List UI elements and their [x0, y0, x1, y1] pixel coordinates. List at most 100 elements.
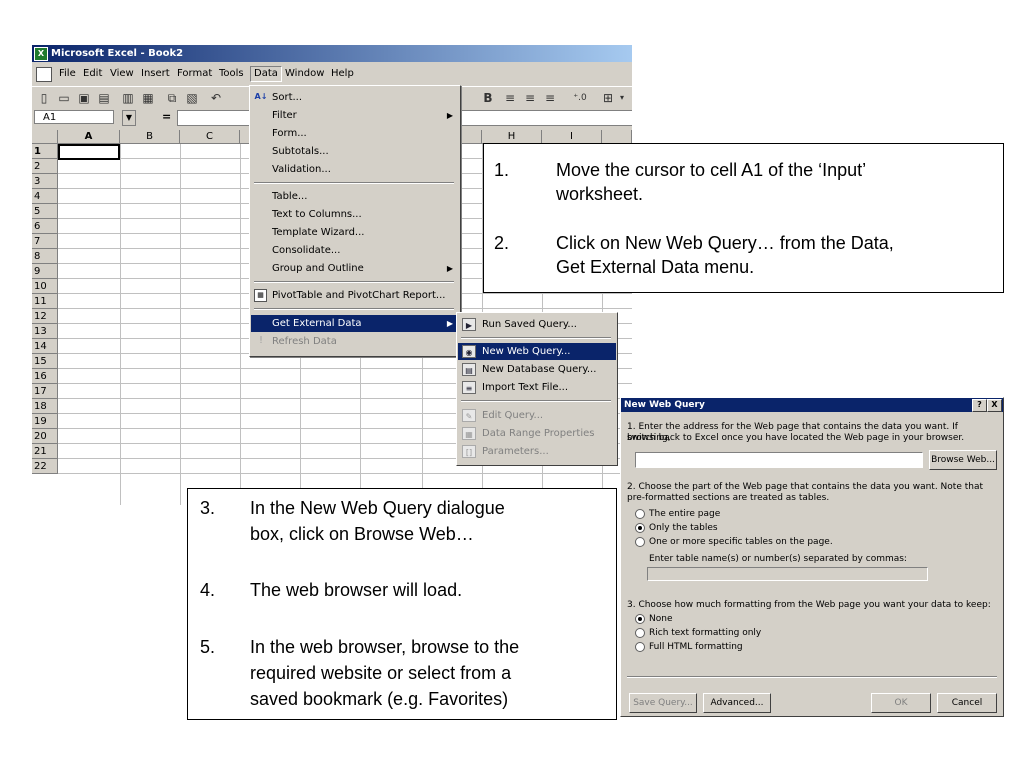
menu-item-template-wizard[interactable]: Template Wizard...: [251, 224, 459, 241]
row-header[interactable]: 19: [32, 414, 58, 429]
row-header[interactable]: 14: [32, 339, 58, 354]
print-icon[interactable]: ▥: [120, 90, 136, 106]
corner-select-all[interactable]: [32, 130, 58, 144]
name-box[interactable]: A1: [34, 110, 114, 124]
menu-file[interactable]: File: [56, 67, 79, 81]
menu-item-filter[interactable]: Filter ▶: [251, 107, 459, 124]
row-header[interactable]: 1: [32, 144, 58, 159]
menu-item-get-external-data[interactable]: Get External Data ▶: [251, 315, 459, 332]
menu-item-table[interactable]: Table...: [251, 188, 459, 205]
row-header[interactable]: 7: [32, 234, 58, 249]
menu-insert[interactable]: Insert: [138, 67, 173, 81]
submenu-run-saved-query[interactable]: ▶ Run Saved Query...: [458, 316, 616, 333]
new-icon[interactable]: ▯: [36, 90, 52, 106]
submenu-new-web-query[interactable]: ◉ New Web Query...: [458, 343, 616, 360]
row-header[interactable]: 11: [32, 294, 58, 309]
row-header[interactable]: 10: [32, 279, 58, 294]
row-header[interactable]: 18: [32, 399, 58, 414]
submenu-new-database-query[interactable]: ▤ New Database Query...: [458, 361, 616, 378]
help-button[interactable]: ?: [972, 399, 987, 412]
align-right-icon[interactable]: ≡: [542, 90, 558, 106]
open-icon[interactable]: ▭: [56, 90, 72, 106]
menu-window[interactable]: Window: [282, 67, 327, 81]
dialog-separator: [627, 676, 997, 678]
menu-item-subtotals[interactable]: Subtotals...: [251, 143, 459, 160]
row-header[interactable]: 8: [32, 249, 58, 264]
row-header[interactable]: 22: [32, 459, 58, 474]
paste-icon[interactable]: ▧: [184, 90, 200, 106]
cancel-button[interactable]: Cancel: [937, 693, 997, 713]
menu-tools[interactable]: Tools: [216, 67, 247, 81]
borders-dropdown-icon[interactable]: ▾: [614, 90, 630, 106]
advanced-button[interactable]: Advanced...: [703, 693, 771, 713]
row-header[interactable]: 3: [32, 174, 58, 189]
menu-item-pivottable[interactable]: ▦ PivotTable and PivotChart Report...: [251, 287, 459, 304]
radio-button-icon: [635, 508, 645, 519]
grid-line: [58, 473, 632, 474]
menu-format[interactable]: Format: [174, 67, 215, 81]
run-query-icon: ▶: [462, 318, 476, 331]
web-query-icon: ◉: [462, 345, 476, 358]
radio-entire-page[interactable]: The entire page: [635, 508, 720, 520]
close-button[interactable]: X: [987, 399, 1002, 412]
row-header[interactable]: 2: [32, 159, 58, 174]
print-preview-icon[interactable]: ▤: [96, 90, 112, 106]
row-header[interactable]: 4: [32, 189, 58, 204]
undo-icon[interactable]: ↶: [208, 90, 224, 106]
menu-edit[interactable]: Edit: [80, 67, 105, 81]
radio-format-full-html[interactable]: Full HTML formatting: [635, 641, 743, 653]
row-header[interactable]: 17: [32, 384, 58, 399]
menu-item-sort[interactable]: A↓ Sort...: [251, 89, 459, 106]
menu-help[interactable]: Help: [328, 67, 357, 81]
column-header-b[interactable]: B: [120, 130, 180, 144]
increase-decimal-icon[interactable]: ⁺.0: [572, 90, 588, 106]
radio-specific-tables[interactable]: One or more specific tables on the page.: [635, 536, 833, 548]
menu-item-group-outline[interactable]: Group and Outline ▶: [251, 260, 459, 277]
menu-separator: [254, 281, 454, 283]
align-left-icon[interactable]: ≡: [502, 90, 518, 106]
step-number: 5.: [200, 637, 216, 657]
row-header[interactable]: 9: [32, 264, 58, 279]
menu-item-text-to-columns[interactable]: Text to Columns...: [251, 206, 459, 223]
workbook-icon[interactable]: [36, 67, 52, 82]
preview-icon[interactable]: ▦: [140, 90, 156, 106]
menu-item-consolidate[interactable]: Consolidate...: [251, 242, 459, 259]
row-header[interactable]: 21: [32, 444, 58, 459]
address-input[interactable]: [635, 452, 923, 468]
column-header-c[interactable]: C: [180, 130, 240, 144]
copy-icon[interactable]: ⧉: [164, 90, 180, 106]
row-header[interactable]: 5: [32, 204, 58, 219]
parameters-icon: []: [462, 445, 476, 458]
row-header[interactable]: 15: [32, 354, 58, 369]
column-header-h[interactable]: H: [482, 130, 542, 144]
menu-separator: [461, 337, 611, 339]
browse-web-button[interactable]: Browse Web...: [929, 450, 997, 470]
row-header[interactable]: 16: [32, 369, 58, 384]
row-header[interactable]: 12: [32, 309, 58, 324]
menu-item-validation[interactable]: Validation...: [251, 161, 459, 178]
menu-item-form[interactable]: Form...: [251, 125, 459, 142]
row-header[interactable]: 13: [32, 324, 58, 339]
bold-icon[interactable]: B: [480, 90, 496, 106]
submenu-import-text-file[interactable]: ≡ Import Text File...: [458, 379, 616, 396]
dialog-title-bar: New Web Query ? X: [621, 398, 1003, 412]
column-header-a[interactable]: A: [58, 130, 120, 144]
menu-bar: File Edit View Insert Format Tools Data …: [32, 64, 632, 84]
radio-button-icon: [635, 536, 645, 547]
menu-separator: [254, 308, 454, 310]
save-icon[interactable]: ▣: [76, 90, 92, 106]
column-header-i[interactable]: I: [542, 130, 602, 144]
radio-format-none[interactable]: None: [635, 613, 672, 625]
title-bar: X Microsoft Excel - Book2: [32, 45, 632, 62]
radio-only-tables[interactable]: Only the tables: [635, 522, 718, 534]
row-header[interactable]: 6: [32, 219, 58, 234]
row-header[interactable]: 20: [32, 429, 58, 444]
radio-format-rich-text[interactable]: Rich text formatting only: [635, 627, 761, 639]
name-box-dropdown-icon[interactable]: ▼: [122, 110, 136, 126]
new-web-query-dialog: New Web Query ? X 1. Enter the address f…: [620, 397, 1004, 717]
menu-data[interactable]: Data: [250, 66, 282, 82]
menu-view[interactable]: View: [107, 67, 137, 81]
column-header-j[interactable]: [602, 130, 632, 144]
active-cell-a1[interactable]: [58, 144, 120, 160]
align-center-icon[interactable]: ≡: [522, 90, 538, 106]
